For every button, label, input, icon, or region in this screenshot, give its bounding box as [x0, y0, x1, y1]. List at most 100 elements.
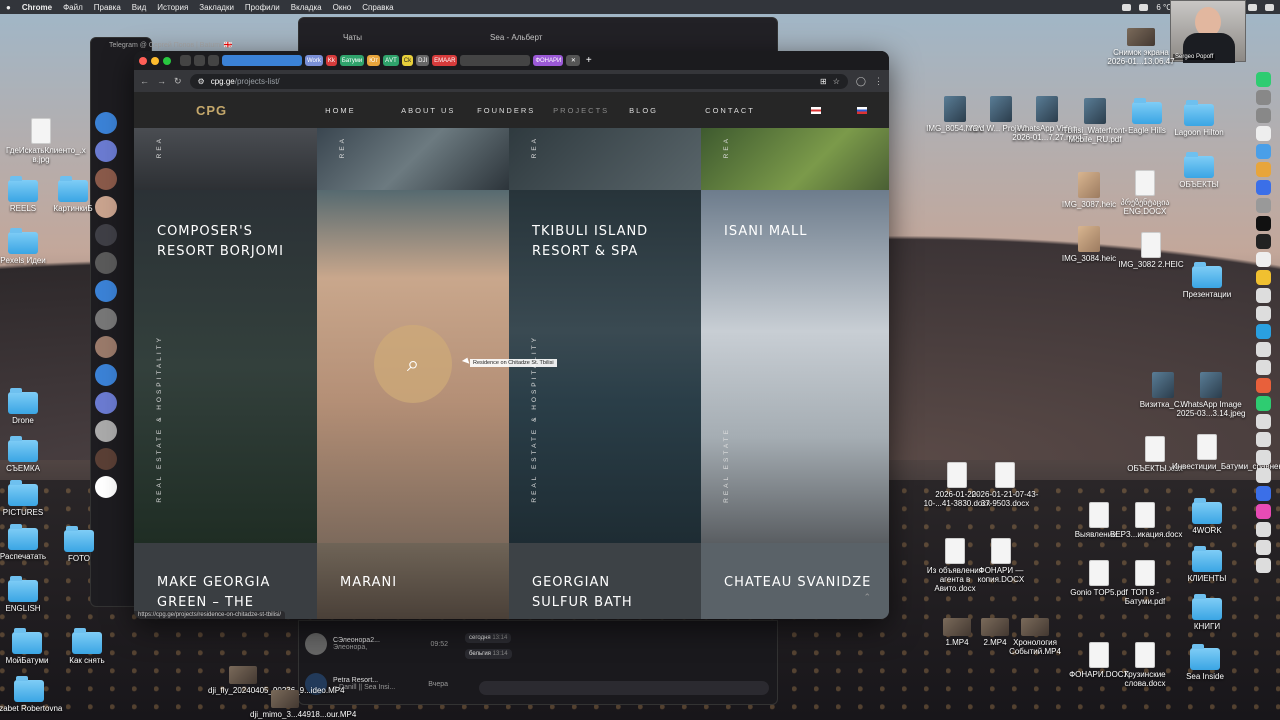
- reload-icon[interactable]: ↻: [174, 76, 182, 87]
- chat-avatar[interactable]: [95, 140, 117, 162]
- nav-home[interactable]: HOME: [325, 106, 401, 115]
- desktop-item[interactable]: КартинкиБ: [38, 176, 108, 213]
- minimize-window-icon[interactable]: [151, 56, 159, 65]
- dock-app-icon[interactable]: [1255, 198, 1271, 213]
- chat-avatar[interactable]: [95, 420, 117, 442]
- chrome-window[interactable]: Work Kk Батуми Ют АVT Ck DJI EMAAR ФОНАР…: [134, 51, 889, 619]
- desktop-item[interactable]: ВЕРЗ...икация.docx: [1110, 502, 1182, 539]
- wifi-icon[interactable]: [1265, 3, 1274, 11]
- back-icon[interactable]: ←: [140, 76, 149, 86]
- flag-georgia-icon[interactable]: [811, 106, 822, 114]
- close-window-icon[interactable]: [139, 56, 147, 65]
- project-tile[interactable]: REA: [317, 128, 509, 190]
- profile-icon[interactable]: ◯: [856, 76, 866, 87]
- forward-icon[interactable]: →: [157, 76, 166, 86]
- desktop-item[interactable]: 4WORK: [1172, 498, 1242, 535]
- translate-icon[interactable]: ⊞: [820, 77, 827, 86]
- project-tile-marani[interactable]: MARANI: [317, 543, 509, 619]
- tab-group-avt[interactable]: АVT: [383, 55, 399, 66]
- menu-window[interactable]: Окно: [333, 3, 352, 12]
- dock-app-icon[interactable]: [1255, 90, 1271, 105]
- desktop-item[interactable]: IMG_3084.heic: [1054, 226, 1124, 263]
- nav-contact[interactable]: CONTACT: [705, 106, 781, 115]
- telegram-chats-tab[interactable]: Чаты: [343, 33, 362, 42]
- desktop-item[interactable]: Drone: [0, 388, 58, 425]
- desktop-item[interactable]: Хронология Событий.MP4: [1000, 618, 1070, 656]
- menu-history[interactable]: История: [157, 3, 188, 12]
- status-icon[interactable]: [1122, 3, 1132, 11]
- apple-icon[interactable]: ●: [6, 3, 11, 12]
- project-tile[interactable]: REA: [509, 128, 701, 190]
- dock-app-icon[interactable]: [1255, 216, 1271, 231]
- tab-group-strip[interactable]: [222, 55, 302, 66]
- dock-app-icon[interactable]: [1255, 360, 1271, 375]
- chat-avatar[interactable]: [95, 336, 117, 358]
- desktop-item[interactable]: Lagoon Hilton: [1164, 100, 1234, 137]
- desktop-item[interactable]: ENGLISH: [0, 576, 58, 613]
- site-info-icon[interactable]: ⚙: [198, 77, 205, 86]
- battery-icon[interactable]: [1248, 3, 1257, 11]
- desktop-item[interactable]: Презентации: [1172, 262, 1242, 299]
- new-tab-icon[interactable]: +: [583, 55, 594, 66]
- desktop-item[interactable]: ТОП 8 - Батуми.pdf: [1110, 560, 1180, 606]
- dock-app-icon[interactable]: [1255, 126, 1271, 141]
- dock-app-icon[interactable]: [1255, 432, 1271, 447]
- desktop-item[interactable]: КНИГИ: [1172, 594, 1242, 631]
- site-logo[interactable]: CPG: [196, 103, 227, 118]
- message-input[interactable]: [479, 681, 769, 695]
- dock-app-icon[interactable]: [1255, 108, 1271, 123]
- tab-favicons-strip[interactable]: [460, 55, 531, 66]
- chat-list-item[interactable]: СЭлеонора2... Элеонора, 09:52: [299, 629, 454, 659]
- menu-view[interactable]: Вид: [132, 3, 146, 12]
- menu-bookmarks[interactable]: Закладки: [199, 3, 234, 12]
- tab-group-fonari[interactable]: ФОНАРИ: [533, 55, 564, 66]
- tab-group-batumi[interactable]: Батуми: [339, 55, 365, 66]
- desktop-item[interactable]: ФОНАРИ — копия.DOCX: [966, 538, 1036, 584]
- chat-avatar[interactable]: [95, 448, 117, 470]
- desktop-item[interactable]: dji_mimo_3...44918...our.MP4: [250, 690, 356, 719]
- desktop-item[interactable]: КЛИЕНТЫ: [1172, 546, 1242, 583]
- dock-app-icon[interactable]: [1255, 234, 1271, 249]
- project-tile-composers-resort[interactable]: COMPOSER'S RESORT BORJOMI REAL ESTATE & …: [134, 190, 317, 543]
- website-viewport[interactable]: CPG HOME ABOUT US FOUNDERS PROJECTS BLOG…: [134, 92, 889, 619]
- dock-app-icon[interactable]: [1255, 378, 1271, 393]
- project-tile-sulfur-bath[interactable]: GEORGIAN SULFUR BATH: [509, 543, 701, 619]
- chat-avatar[interactable]: [95, 308, 117, 330]
- desktop-item[interactable]: Снимок экрана 2026-01...13.06.47: [1106, 28, 1176, 66]
- desktop-item[interactable]: PICTURES: [0, 480, 58, 517]
- active-tab-close-icon[interactable]: ✕: [566, 55, 581, 66]
- desktop-item[interactable]: ГдеИскатьКлиенто_.x в.jpg: [6, 118, 86, 164]
- scroll-up-icon[interactable]: ⌃: [863, 592, 871, 603]
- dock-app-icon[interactable]: [1255, 342, 1271, 357]
- chat-avatar[interactable]: [95, 224, 117, 246]
- dock-app-icon[interactable]: [1255, 486, 1271, 501]
- menu-help[interactable]: Справка: [362, 3, 393, 12]
- dock-app-icon[interactable]: [1255, 270, 1271, 285]
- project-tile-chateau-svanidze[interactable]: CHATEAU SVANIDZE: [701, 543, 889, 619]
- tab-group-dji[interactable]: DJI: [416, 55, 430, 66]
- dock-app-icon[interactable]: [1255, 324, 1271, 339]
- project-tile-isani-mall[interactable]: ISANI MALL REAL ESTATE: [701, 190, 889, 543]
- chat-avatar[interactable]: [95, 392, 117, 414]
- zoom-magnifier-icon[interactable]: ⌕: [374, 325, 452, 403]
- chat-avatar[interactable]: [95, 280, 117, 302]
- tab-group-yt[interactable]: Ют: [367, 55, 381, 66]
- desktop-item[interactable]: СЪЕМКА: [0, 436, 58, 473]
- tab-group-work[interactable]: Work: [305, 55, 323, 66]
- chat-avatar[interactable]: [95, 364, 117, 386]
- desktop-item[interactable]: Pexels Идеи: [0, 228, 58, 265]
- nav-founders[interactable]: FOUNDERS: [477, 106, 553, 115]
- dock-app-icon[interactable]: [1255, 540, 1271, 555]
- dock-app-icon[interactable]: [1255, 504, 1271, 519]
- tab-favicon[interactable]: [208, 55, 219, 66]
- nav-about-us[interactable]: ABOUT US: [401, 106, 477, 115]
- dock-app-icon[interactable]: [1255, 450, 1271, 465]
- menu-tab[interactable]: Вкладка: [291, 3, 322, 12]
- address-bar[interactable]: ⚙ cpg.ge/projects-list/ ⊞ ☆: [189, 73, 848, 89]
- nav-blog[interactable]: BLOG: [629, 106, 705, 115]
- menu-file[interactable]: Файл: [63, 3, 83, 12]
- menu-edit[interactable]: Правка: [94, 3, 121, 12]
- telegram-chat-header[interactable]: Sea - Альберт: [490, 33, 542, 42]
- tab-favicon[interactable]: [194, 55, 205, 66]
- dock-app-icon[interactable]: [1255, 306, 1271, 321]
